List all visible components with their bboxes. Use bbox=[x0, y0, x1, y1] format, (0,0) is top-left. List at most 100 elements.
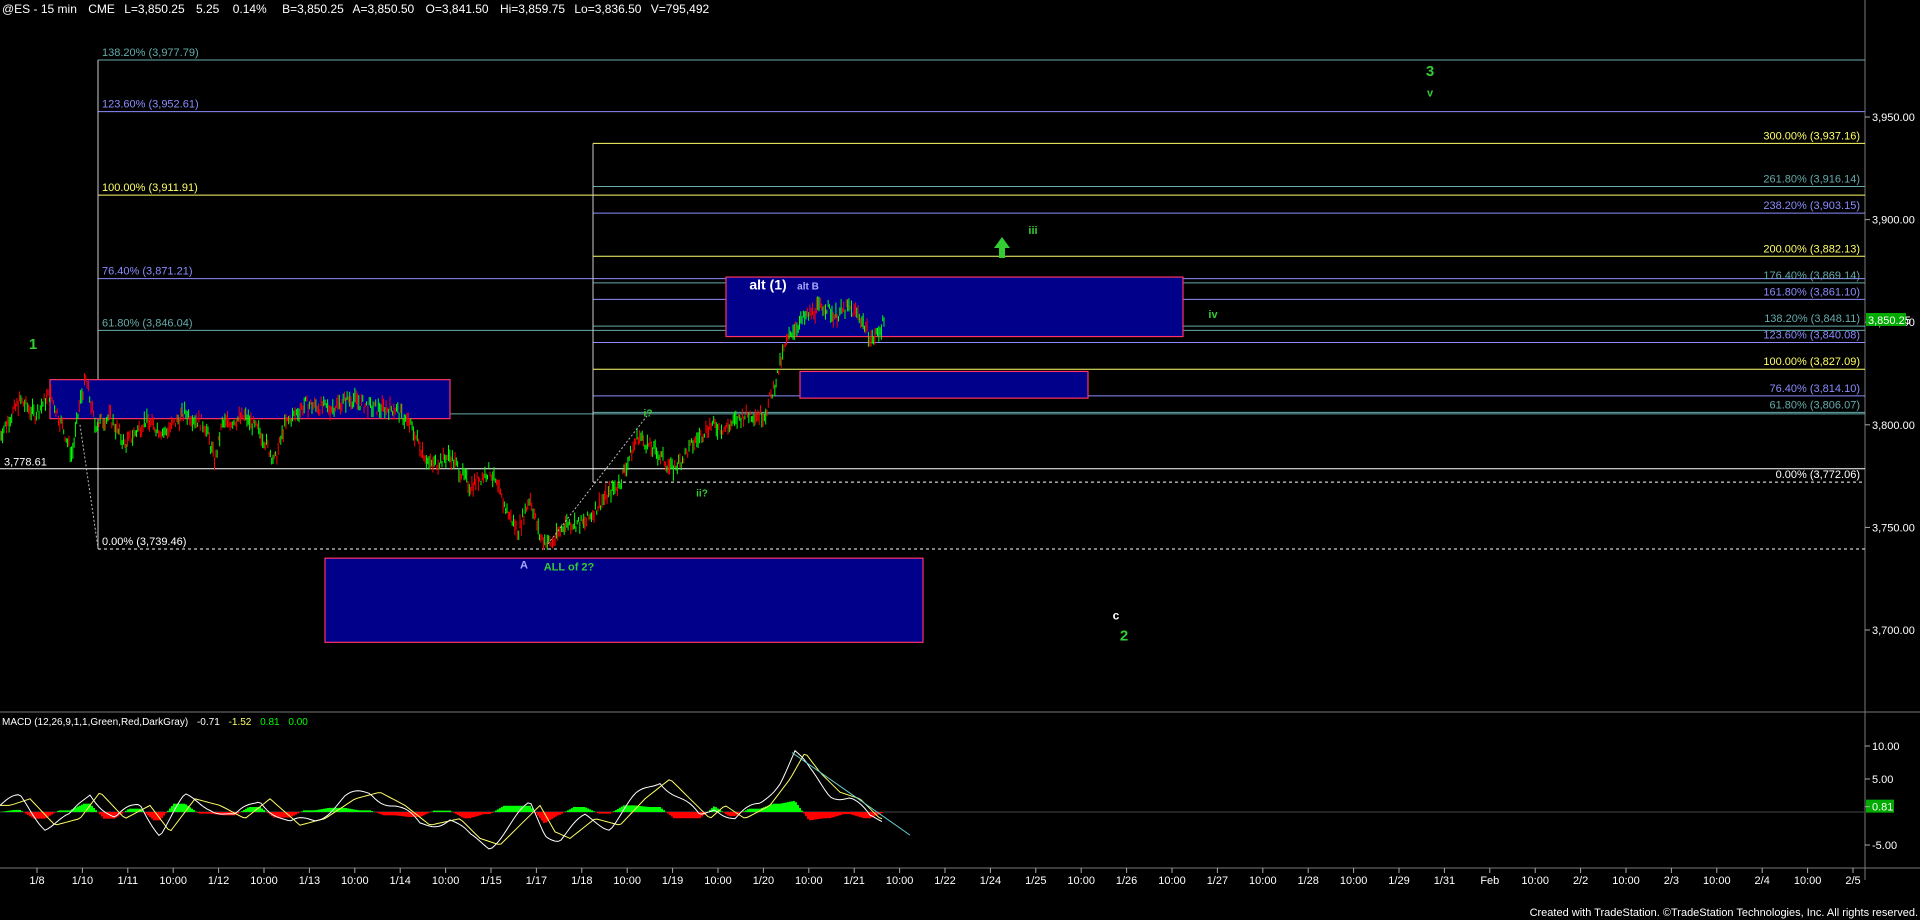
time-axis-label: 1/22 bbox=[934, 875, 955, 887]
fib-label-right: 76.40% (3,814.10) bbox=[1769, 383, 1860, 395]
time-axis-label: 2/2 bbox=[1573, 875, 1588, 887]
time-axis-label: 10:00 bbox=[613, 875, 641, 887]
time-axis-label: 10:00 bbox=[1794, 875, 1822, 887]
macd-axis-label: 0.81 bbox=[1872, 802, 1893, 814]
header-low: Lo=3,836.50 bbox=[574, 2, 641, 16]
header-open: O=3,841.50 bbox=[426, 2, 489, 16]
macd-trendline bbox=[791, 752, 911, 836]
price-axis-label: 3,950.00 bbox=[1872, 112, 1915, 124]
fib-label-left: 100.00% (3,911.91) bbox=[102, 182, 198, 194]
last-price-label: 3,850.25 bbox=[1868, 315, 1911, 327]
price-axis-label: 3,800.00 bbox=[1872, 420, 1915, 432]
time-axis-label: 10:00 bbox=[795, 875, 823, 887]
time-axis-label: 1/29 bbox=[1388, 875, 1409, 887]
time-axis-label: 10:00 bbox=[1340, 875, 1368, 887]
macd-axis: 10.00 5.00 0.81 -5.00 bbox=[1865, 741, 1900, 852]
target-zone bbox=[324, 557, 924, 643]
time-axis-label: 10:00 bbox=[1612, 875, 1640, 887]
time-axis-label: 1/17 bbox=[526, 875, 547, 887]
fib-label-left: 76.40% (3,871.21) bbox=[102, 266, 193, 278]
header-high: Hi=3,859.75 bbox=[500, 2, 565, 16]
fib-label-left: 61.80% (3,846.04) bbox=[102, 317, 193, 329]
time-axis-label: 1/27 bbox=[1207, 875, 1228, 887]
wave-label: 3 bbox=[1426, 63, 1434, 80]
header-ask: A=3,850.50 bbox=[352, 2, 414, 16]
price-pane bbox=[0, 0, 1865, 712]
fib-label-right: 261.80% (3,916.14) bbox=[1763, 173, 1860, 185]
fib-label-left: 123.60% (3,952.61) bbox=[102, 99, 199, 111]
time-axis-label: 1/13 bbox=[299, 875, 320, 887]
time-axis-label: 1/28 bbox=[1297, 875, 1318, 887]
time-axis-label: 10:00 bbox=[704, 875, 732, 887]
fib-label-right: 300.00% (3,937.16) bbox=[1763, 130, 1860, 142]
time-axis-label: 1/31 bbox=[1434, 875, 1455, 887]
header-last: L=3,850.25 bbox=[124, 2, 185, 16]
time-axis-label: 10:00 bbox=[1158, 875, 1186, 887]
time-axis-label: 1/25 bbox=[1025, 875, 1046, 887]
fib-label-right: 238.20% (3,903.15) bbox=[1763, 200, 1860, 212]
price-axis-label: 3,700.00 bbox=[1872, 625, 1915, 637]
time-axis-label: 10:00 bbox=[1249, 875, 1277, 887]
time-axis-label: 1/26 bbox=[1116, 875, 1137, 887]
header-symbol: @ES - 15 min bbox=[2, 2, 77, 16]
level-label: 3,778.61 bbox=[4, 457, 47, 469]
time-axis-label: 10:00 bbox=[1067, 875, 1095, 887]
fib-label-left: 138.20% (3,977.79) bbox=[102, 47, 199, 59]
svg-text:@ES - 15 min CME L=3,8: @ES - 15 min CME L=3,850.25 5.25 0.14% B… bbox=[2, 2, 709, 16]
header-change: 5.25 bbox=[196, 2, 220, 16]
header-change-pct: 0.14% bbox=[233, 2, 267, 16]
time-axis-label: 2/5 bbox=[1845, 875, 1860, 887]
footer-credit: Created with TradeStation. ©TradeStation… bbox=[1530, 907, 1918, 919]
time-axis-label: 1/8 bbox=[29, 875, 44, 887]
time-axis-label: 10:00 bbox=[1521, 875, 1549, 887]
target-zone bbox=[799, 370, 1089, 399]
price-axis: 3,950.003,900.003,850.003,800.003,750.00… bbox=[1865, 112, 1915, 637]
wave-label: alt (1) bbox=[749, 276, 786, 292]
wave-label: i? bbox=[644, 409, 653, 420]
fib-label-right: 161.80% (3,861.10) bbox=[1763, 286, 1860, 298]
fib-label-right: 0.00% (3,772.06) bbox=[1776, 469, 1860, 481]
fib-label-right: 138.20% (3,848.11) bbox=[1764, 313, 1860, 325]
header-exchange: CME bbox=[88, 2, 115, 16]
tradestation-chart: 138.20% (3,977.79) 123.60% (3,952.61) 100.… bbox=[0, 0, 1920, 919]
time-axis-label: 1/10 bbox=[72, 875, 93, 887]
time-axis-label: 1/14 bbox=[389, 875, 410, 887]
wave-label: iv bbox=[1208, 309, 1218, 321]
time-axis-label: 1/11 bbox=[118, 875, 139, 887]
macd-legend-value-2: 0.81 bbox=[260, 717, 280, 728]
time-axis-label: 1/20 bbox=[753, 875, 774, 887]
time-axis-label: 1/19 bbox=[662, 875, 683, 887]
wave-label: A bbox=[520, 559, 528, 571]
fib-label-right: 200.00% (3,882.13) bbox=[1763, 243, 1860, 255]
macd-title: MACD (12,26,9,1,1,Green,Red,DarkGray) bbox=[2, 717, 188, 728]
macd-legend-value-0: -0.71 bbox=[197, 717, 220, 728]
fib-label-right: 123.60% (3,840.08) bbox=[1763, 330, 1860, 342]
fib-label-right: 61.80% (3,806.07) bbox=[1769, 399, 1860, 411]
macd-pane bbox=[0, 749, 1865, 850]
macd-legend-value-3: 0.00 bbox=[288, 717, 308, 728]
time-axis-label: 1/18 bbox=[571, 875, 592, 887]
time-axis-label: 10:00 bbox=[432, 875, 460, 887]
wave-label: ALL of 2? bbox=[544, 561, 595, 573]
wave-label: 1 bbox=[29, 336, 37, 353]
time-axis-label: 1/12 bbox=[208, 875, 229, 887]
svg-text:MACD (12,26,9,1,1,Green,Red,Da: MACD (12,26,9,1,1,Green,Red,DarkGray) -0… bbox=[2, 717, 308, 728]
wave-label: 2 bbox=[1120, 627, 1128, 644]
time-axis-label: 1/15 bbox=[480, 875, 501, 887]
macd-legend-value-1: -1.52 bbox=[229, 717, 252, 728]
time-axis-label: Feb bbox=[1480, 875, 1499, 887]
price-axis-label: 3,900.00 bbox=[1872, 215, 1915, 227]
fib-label-right: 100.00% (3,827.09) bbox=[1763, 356, 1860, 368]
time-axis-label: 1/24 bbox=[980, 875, 1001, 887]
macd-axis-label: 5.00 bbox=[1872, 774, 1893, 786]
time-axis: 1/8 1/10 1/11 10:00 1/12 10:00 1/13 10:00 1/14 10… bbox=[29, 868, 1861, 887]
header-bid: B=3,850.25 bbox=[282, 2, 344, 16]
time-axis-label: 2/4 bbox=[1755, 875, 1770, 887]
wave-label: iii bbox=[1028, 225, 1037, 237]
macd-axis-label: -5.00 bbox=[1872, 840, 1897, 852]
fib-label-right: 176.40% (3,869.14) bbox=[1763, 270, 1860, 282]
fib-label-left: 0.00% (3,739.46) bbox=[102, 536, 186, 548]
time-axis-label: 10:00 bbox=[159, 875, 187, 887]
wave-label: v bbox=[1427, 87, 1434, 99]
time-axis-label: 10:00 bbox=[1703, 875, 1731, 887]
